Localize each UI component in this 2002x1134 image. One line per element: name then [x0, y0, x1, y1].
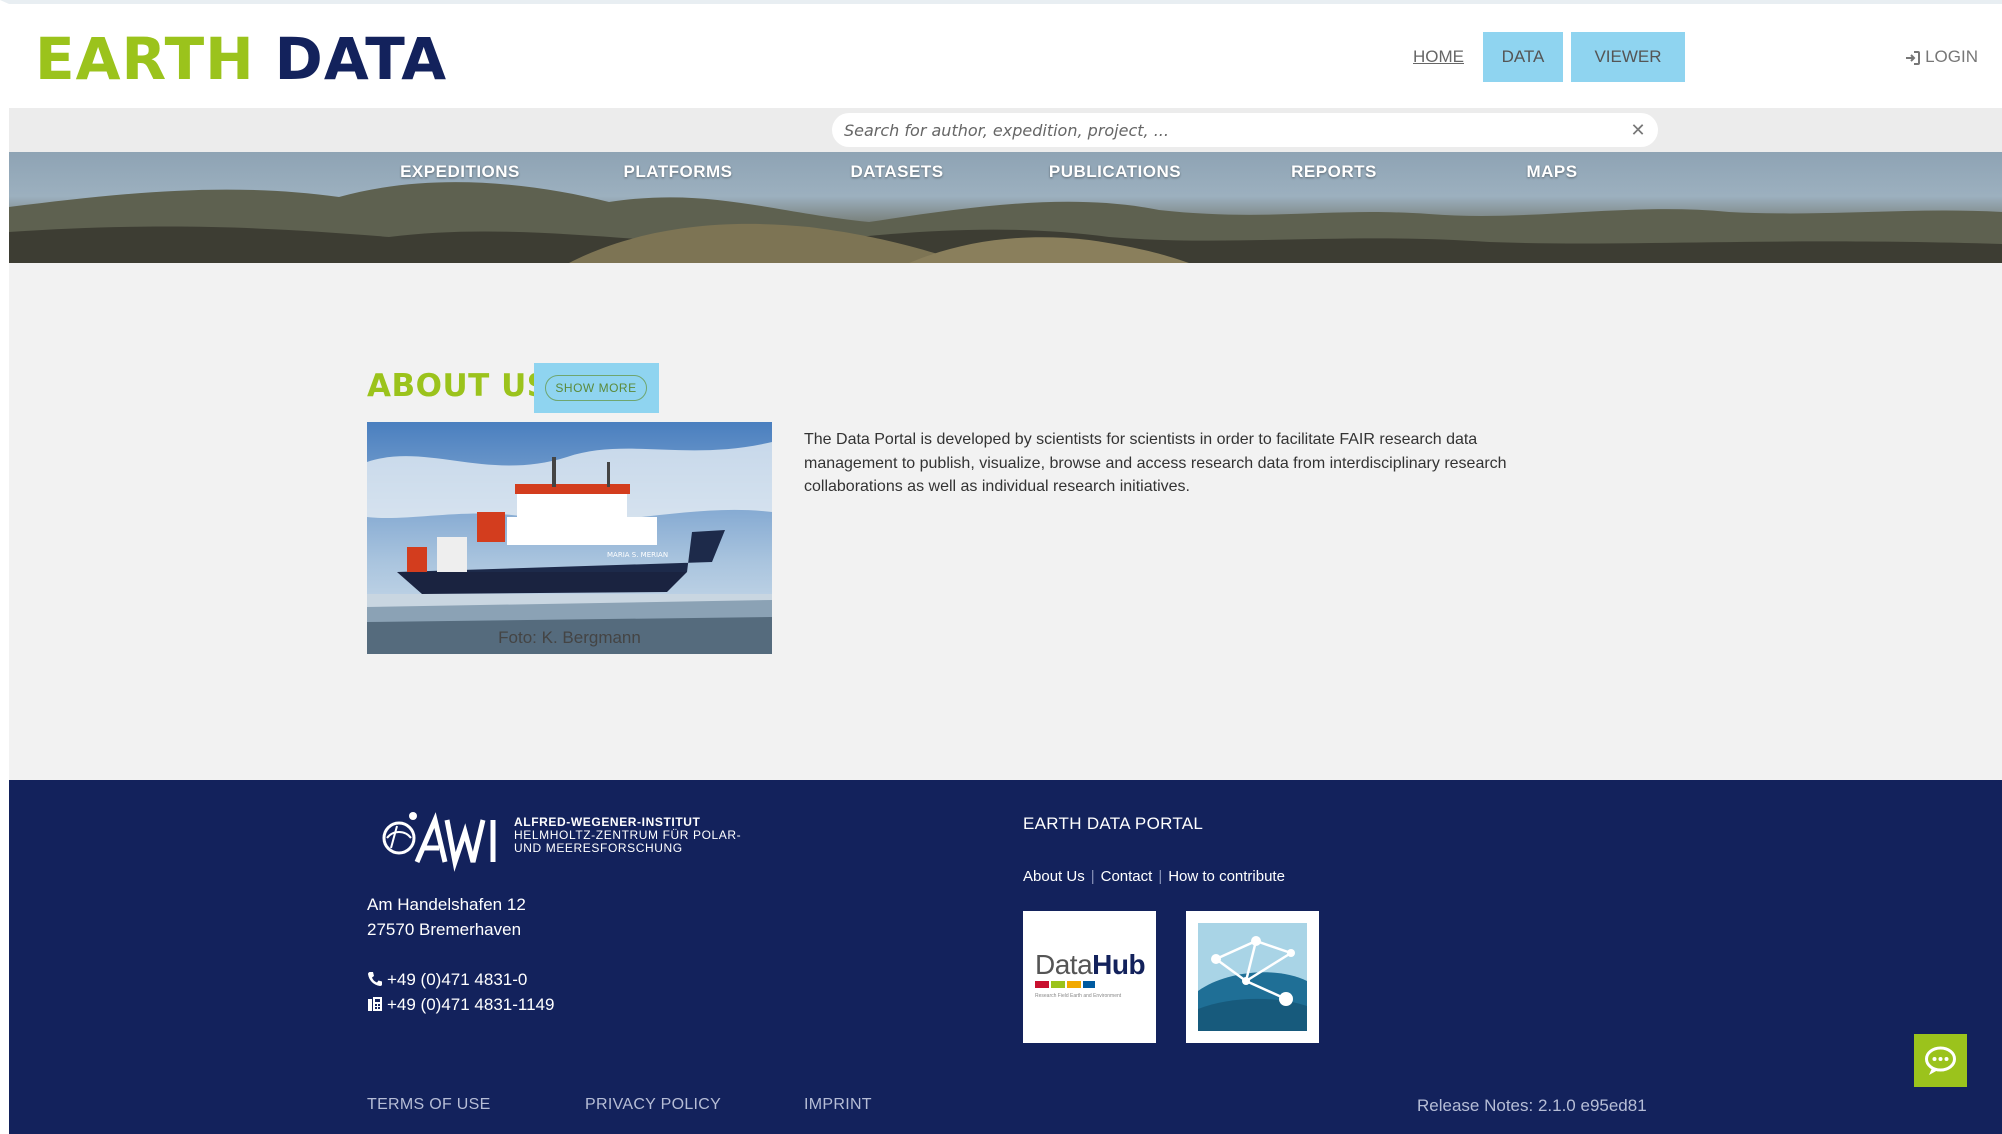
- chat-bubble-icon: [1925, 1046, 1956, 1075]
- site-header: EARTH DATA HOME DATA VIEWER LOGIN: [9, 4, 2002, 108]
- ship-illustration: MARIA S. MERIAN: [367, 422, 772, 654]
- fax-icon: [368, 997, 382, 1011]
- chat-button[interactable]: [1914, 1034, 1967, 1087]
- login-link[interactable]: LOGIN: [1905, 32, 1978, 82]
- address-city: 27570 Bremerhaven: [367, 920, 522, 939]
- category-platforms[interactable]: PLATFORMS: [593, 162, 763, 182]
- portal-links: About Us | Contact | How to contribute: [1023, 868, 1285, 885]
- link-separator: |: [1090, 868, 1095, 885]
- close-icon[interactable]: ✕: [1628, 119, 1648, 141]
- imprint-link[interactable]: IMPRINT: [804, 1096, 872, 1114]
- nav-data-button[interactable]: DATA: [1483, 32, 1563, 82]
- about-us-link[interactable]: About Us: [1023, 868, 1085, 885]
- research-vessel-photo: MARIA S. MERIAN Foto: K. Bergmann: [367, 422, 772, 654]
- portal-footer-title: EARTH DATA PORTAL: [1023, 814, 1204, 833]
- release-notes-link[interactable]: Release Notes: 2.1.0 e95ed81: [1417, 1096, 1647, 1116]
- contact-numbers: +49 (0)471 4831-0 +49 (0)471 4831-1149: [367, 967, 554, 1017]
- how-to-contribute-link[interactable]: How to contribute: [1168, 868, 1285, 885]
- datahub-color-bars: [1035, 981, 1095, 988]
- category-expeditions[interactable]: EXPEDITIONS: [375, 162, 545, 182]
- network-globe-partner-logo[interactable]: [1186, 911, 1319, 1043]
- datahub-subtitle: Research Field Earth and Environment: [1035, 993, 1122, 999]
- about-us-heading: ABOUT US: [367, 368, 550, 404]
- login-label: LOGIN: [1925, 47, 1978, 66]
- show-more-button[interactable]: SHOW MORE: [545, 375, 647, 401]
- phone-icon: [368, 972, 382, 986]
- institute-name: ALFRED-WEGENER-INSTITUT HELMHOLTZ-ZENTRU…: [514, 816, 741, 855]
- logo-earth-text: EARTH: [35, 25, 255, 93]
- hero-banner: EXPEDITIONS PLATFORMS DATASETS PUBLICATI…: [9, 152, 2002, 263]
- about-description: The Data Portal is developed by scientis…: [804, 431, 1507, 495]
- sign-in-icon: [1906, 50, 1921, 65]
- earth-data-logo[interactable]: EARTH DATA: [35, 26, 447, 92]
- site-footer: ALFRED-WEGENER-INSTITUT HELMHOLTZ-ZENTRU…: [9, 780, 2002, 1134]
- terms-of-use-link[interactable]: TERMS OF USE: [367, 1096, 491, 1114]
- fax-number: +49 (0)471 4831-1149: [387, 995, 555, 1014]
- search-bar-strip: ✕: [9, 108, 2002, 152]
- phone-line: +49 (0)471 4831-0: [367, 967, 554, 992]
- ship-name-label: MARIA S. MERIAN: [607, 551, 668, 559]
- nav-home-link[interactable]: HOME: [1409, 32, 1468, 82]
- category-maps[interactable]: MAPS: [1467, 162, 1637, 182]
- dunes-landscape-image: [9, 182, 2002, 263]
- postal-address: Am Handelshafen 12 27570 Bremerhaven: [367, 892, 526, 942]
- logo-data-text: DATA: [274, 25, 448, 93]
- link-separator: |: [1158, 868, 1163, 885]
- privacy-policy-link[interactable]: PRIVACY POLICY: [585, 1096, 721, 1114]
- fax-line: +49 (0)471 4831-1149: [367, 992, 554, 1017]
- institute-line-3: UND MEERESFORSCHUNG: [514, 841, 683, 855]
- datahub-partner-logo[interactable]: DataHub Research Field Earth and Environ…: [1023, 911, 1156, 1043]
- search-input[interactable]: [844, 113, 1614, 147]
- search-box: ✕: [832, 113, 1658, 147]
- category-reports[interactable]: REPORTS: [1249, 162, 1419, 182]
- phone-number: +49 (0)471 4831-0: [387, 970, 528, 989]
- contact-link[interactable]: Contact: [1101, 868, 1153, 885]
- show-more-container: SHOW MORE: [534, 363, 659, 413]
- address-street: Am Handelshafen 12: [367, 895, 526, 914]
- category-datasets[interactable]: DATASETS: [812, 162, 982, 182]
- datahub-wordmark-part-2: Hub: [1092, 949, 1146, 980]
- photo-caption: Foto: K. Bergmann: [498, 628, 641, 647]
- datahub-wordmark-part-1: Data: [1035, 949, 1093, 980]
- nav-viewer-button[interactable]: VIEWER: [1571, 32, 1685, 82]
- globe-network-icon: [1198, 923, 1307, 1031]
- category-publications[interactable]: PUBLICATIONS: [1030, 162, 1200, 182]
- datahub-wordmark: DataHub: [1035, 949, 1146, 981]
